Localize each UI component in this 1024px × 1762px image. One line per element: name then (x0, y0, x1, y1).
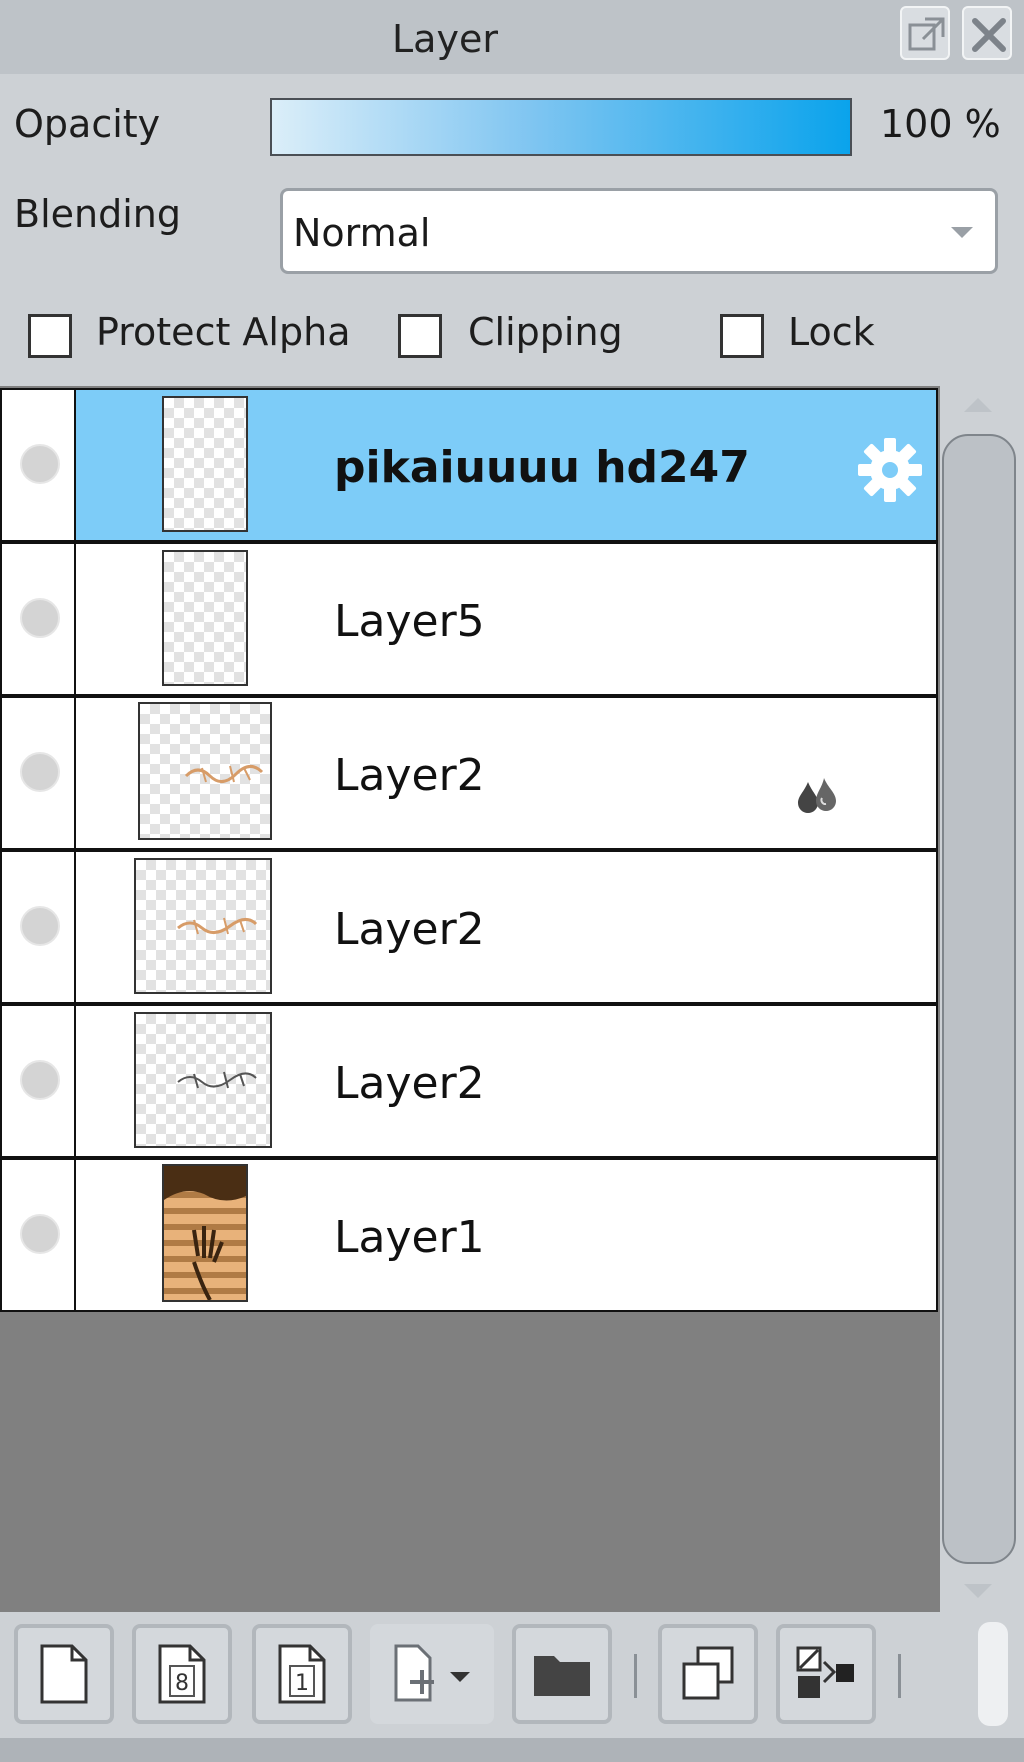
layer-panel: Layer Opacity 100 % Blending Normal Prot… (0, 0, 1024, 1762)
panel-bottom-edge (0, 1738, 1024, 1762)
toolbar-separator (634, 1654, 637, 1698)
blending-value: Normal (293, 211, 431, 255)
new-8bit-layer-icon: 8 (158, 1644, 206, 1704)
folder-icon (534, 1656, 590, 1696)
svg-text:8: 8 (175, 1671, 189, 1696)
visibility-toggle[interactable] (2, 1160, 76, 1310)
layer-controls: Opacity 100 % Blending Normal Protect Al… (0, 74, 1024, 386)
blending-select[interactable]: Normal (280, 188, 998, 274)
layer-row[interactable]: Layer5 (0, 542, 938, 696)
new-8bit-layer-button[interactable]: 8 (132, 1624, 232, 1724)
layer-thumbnail (162, 550, 248, 686)
artwork-thumbnail-icon (164, 1166, 246, 1301)
opacity-slider[interactable] (270, 98, 852, 156)
new-1bit-layer-icon: 1 (278, 1644, 326, 1704)
layer-row[interactable]: Layer1 (0, 1158, 938, 1312)
layer-thumbnail (138, 702, 272, 840)
panel-title: Layer (392, 17, 498, 61)
sketch-thumbnail-icon (177, 917, 258, 935)
opacity-value: 100 % (880, 102, 1001, 146)
layer-row[interactable]: Layer2 (0, 850, 938, 1004)
merge-down-icon (796, 1646, 854, 1698)
sketch-thumbnail-icon (184, 765, 264, 783)
layer-toolbar: 8 1 (0, 1612, 1024, 1738)
layer-thumbnail (162, 1164, 248, 1302)
layer-row-main[interactable]: Layer2 (76, 852, 936, 1002)
scrollbar-thumb[interactable] (942, 434, 1016, 1564)
protect-alpha-checkbox[interactable] (28, 314, 72, 358)
layer-row-main[interactable]: Layer5 (76, 544, 936, 694)
new-1bit-layer-button[interactable]: 1 (252, 1624, 352, 1724)
layer-row-main[interactable]: Layer2 (76, 698, 936, 848)
undock-button[interactable] (900, 6, 950, 60)
layer-name: pikaiuuuu hd247 (334, 442, 750, 493)
layer-list-scrollbar[interactable] (940, 386, 1024, 1612)
opacity-label: Opacity (14, 102, 161, 146)
layer-row[interactable]: Layer2 (0, 696, 938, 850)
duplicate-layer-button[interactable] (658, 1624, 758, 1724)
layer-row[interactable]: pikaiuuuu hd247 (0, 388, 938, 542)
visibility-dot-icon (20, 444, 60, 484)
add-layer-dropdown-icon (394, 1644, 470, 1702)
layer-name: Layer5 (334, 596, 485, 647)
gear-icon (858, 438, 922, 502)
layer-thumbnail (162, 396, 248, 532)
blending-label: Blending (14, 192, 181, 236)
scroll-up-icon (964, 398, 992, 412)
visibility-toggle[interactable] (2, 544, 76, 694)
layer-name: Layer2 (334, 750, 485, 801)
new-layer-button[interactable] (14, 1624, 114, 1724)
toolbar-overflow-handle[interactable] (978, 1622, 1008, 1726)
clipping-checkbox[interactable] (398, 314, 442, 358)
lock-checkbox[interactable] (720, 314, 764, 358)
new-folder-button[interactable] (512, 1624, 612, 1724)
layer-list: pikaiuuuu hd247 Layer5 Layer2 Layer2 Lay… (0, 386, 940, 1612)
panel-titlebar: Layer (0, 0, 1024, 74)
layer-row[interactable]: Layer2 (0, 1004, 938, 1158)
visibility-dot-icon (20, 752, 60, 792)
chevron-down-icon (951, 227, 973, 238)
toolbar-separator (898, 1654, 901, 1698)
sketch-thumbnail-icon (177, 1071, 257, 1089)
layer-thumbnail (134, 858, 272, 994)
visibility-toggle[interactable] (2, 852, 76, 1002)
layer-row-main[interactable]: pikaiuuuu hd247 (76, 390, 936, 540)
undock-icon (908, 17, 945, 51)
duplicate-layer-icon (682, 1646, 734, 1700)
visibility-dot-icon (20, 598, 60, 638)
add-layer-dropdown-button[interactable] (370, 1624, 494, 1724)
layer-row-main[interactable]: Layer2 (76, 1006, 936, 1156)
droplets-icon (798, 778, 836, 813)
layer-name: Layer1 (334, 1212, 485, 1263)
layer-row-main[interactable]: Layer1 (76, 1160, 936, 1310)
protect-alpha-label: Protect Alpha (96, 310, 351, 354)
scroll-down-icon (964, 1584, 992, 1598)
layer-name: Layer2 (334, 904, 485, 955)
new-layer-icon (40, 1644, 88, 1704)
visibility-toggle[interactable] (2, 390, 76, 540)
visibility-toggle[interactable] (2, 1006, 76, 1156)
close-button[interactable] (962, 6, 1012, 60)
layer-thumbnail (134, 1012, 272, 1148)
merge-down-button[interactable] (776, 1624, 876, 1724)
lock-label: Lock (788, 310, 875, 354)
svg-text:1: 1 (295, 1671, 309, 1696)
visibility-dot-icon (20, 1060, 60, 1100)
visibility-dot-icon (20, 906, 60, 946)
close-icon (972, 18, 1006, 52)
clipping-label: Clipping (468, 310, 623, 354)
visibility-dot-icon (20, 1214, 60, 1254)
layer-name: Layer2 (334, 1058, 485, 1109)
visibility-toggle[interactable] (2, 698, 76, 848)
